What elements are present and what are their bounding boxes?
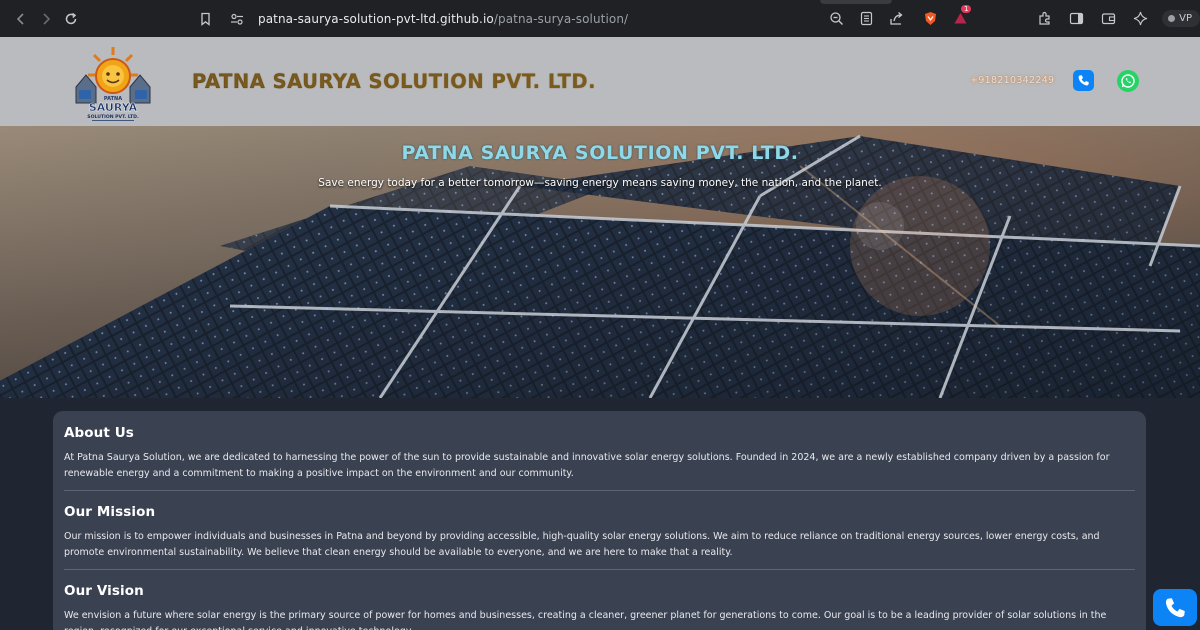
- section-heading: Our Vision: [64, 583, 144, 599]
- section-heading: About Us: [64, 425, 134, 441]
- back-icon[interactable]: [8, 6, 34, 32]
- wallet-icon[interactable]: [1098, 9, 1118, 29]
- leo-ai-icon[interactable]: [1130, 9, 1150, 29]
- hero-title: PATNA SAURYA SOLUTION PVT. LTD.: [401, 142, 799, 164]
- phone-icon: [1078, 75, 1089, 86]
- tab-strip-edge: [820, 0, 892, 4]
- rewards-icon[interactable]: 1: [950, 4, 972, 29]
- site-settings-icon[interactable]: [224, 6, 250, 31]
- forward-icon[interactable]: [33, 6, 59, 32]
- zoom-icon[interactable]: [826, 9, 846, 29]
- toolbar-right: VP: [1034, 6, 1200, 31]
- hero-subtitle: Save energy today for a better tomorrow—…: [318, 177, 882, 189]
- sidebar-icon[interactable]: [1066, 9, 1086, 29]
- vision-section: Our Vision We envision a future where so…: [64, 583, 1135, 630]
- floating-call-button[interactable]: [1153, 589, 1197, 626]
- whatsapp-button[interactable]: [1117, 70, 1139, 92]
- url-actions: 1: [826, 4, 972, 31]
- url-host: patna-saurya-solution-pvt-ltd.github.io: [258, 11, 494, 26]
- company-logo[interactable]: PATNA SAURYA SOLUTION PVT. LTD.: [70, 43, 156, 123]
- about-section: About Us At Patna Saurya Solution, we ar…: [64, 425, 1135, 491]
- browser-toolbar: patna-saurya-solution-pvt-ltd.github.io/…: [0, 0, 1200, 37]
- solar-panels-image: [0, 126, 1200, 398]
- hero-banner: PATNA SAURYA SOLUTION PVT. LTD. Save ene…: [0, 126, 1200, 398]
- reader-icon[interactable]: [856, 9, 876, 29]
- notification-badge: 1: [961, 4, 972, 13]
- bookmark-icon[interactable]: [192, 6, 218, 31]
- section-body: Our mission is to empower individuals an…: [64, 531, 1100, 558]
- phone-number[interactable]: +918210342249: [970, 75, 1054, 86]
- logo-bottom-text: SOLUTION PVT. LTD.: [87, 114, 139, 120]
- call-button[interactable]: [1073, 70, 1094, 91]
- url-path: /patna-surya-solution/: [493, 11, 629, 26]
- section-heading: Our Mission: [64, 504, 156, 520]
- phone-icon: [1165, 597, 1185, 617]
- vpn-button[interactable]: VP: [1162, 10, 1200, 27]
- logo-main-text: SAURYA: [89, 101, 138, 114]
- brave-shield-icon[interactable]: [920, 9, 940, 29]
- whatsapp-icon: [1121, 74, 1135, 88]
- extensions-icon[interactable]: [1034, 9, 1054, 29]
- site-header: PATNA SAURYA SOLUTION PVT. LTD. PATNA SA…: [0, 37, 1200, 126]
- address-bar[interactable]: patna-saurya-solution-pvt-ltd.github.io/…: [192, 4, 1062, 31]
- reload-icon[interactable]: [58, 6, 84, 32]
- vpn-label: VP: [1179, 13, 1192, 24]
- url-text[interactable]: patna-saurya-solution-pvt-ltd.github.io/…: [258, 12, 628, 26]
- sun-logo-icon: PATNA SAURYA SOLUTION PVT. LTD.: [75, 47, 151, 121]
- share-icon[interactable]: [886, 9, 906, 29]
- mission-section: Our Mission Our mission is to empower in…: [64, 504, 1135, 570]
- section-body: We envision a future where solar energy …: [64, 610, 1107, 630]
- section-body: At Patna Saurya Solution, we are dedicat…: [64, 452, 1110, 479]
- info-card: About Us At Patna Saurya Solution, we ar…: [53, 411, 1146, 630]
- brand-name[interactable]: PATNA SAURYA SOLUTION PVT. LTD.: [192, 70, 596, 93]
- vpn-status-icon: [1168, 15, 1176, 22]
